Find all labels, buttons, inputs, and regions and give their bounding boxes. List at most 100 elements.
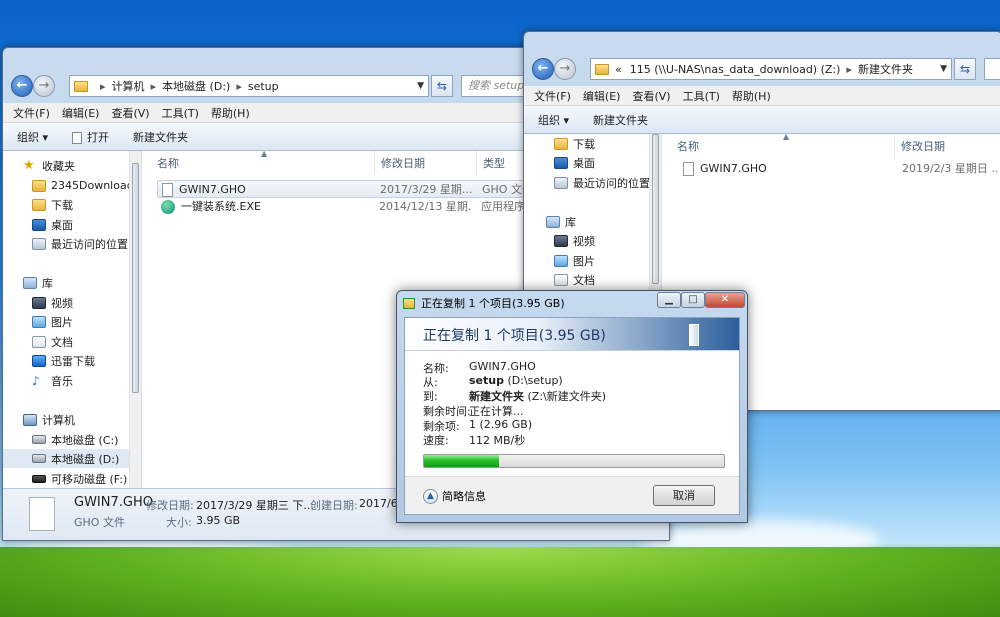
info-row-items-remaining: 剩余项: 1 (2.96 GB) <box>423 418 533 433</box>
nav-item-documents[interactable]: 文档 <box>3 332 141 351</box>
details-created-label: 创建日期: <box>310 499 358 512</box>
organize-button[interactable]: 组织 ▾ <box>17 129 48 145</box>
breadcrumb-drive-d[interactable]: 本地磁盘 (D:) <box>162 78 230 94</box>
nav-libraries[interactable]: 库 <box>3 273 141 292</box>
nav-item-documents[interactable]: 文档 <box>524 270 661 289</box>
breadcrumb-computer[interactable]: 计算机 <box>112 78 145 94</box>
documents-icon <box>554 273 568 286</box>
breadcrumb-chevron-icon: ▸ <box>100 79 106 93</box>
sort-ascending-icon: ▲ <box>783 134 790 141</box>
address-dropdown-icon[interactable]: ▼ <box>940 64 947 74</box>
details-size-value: 3.95 GB <box>196 514 241 527</box>
nav-item-desktop[interactable]: 桌面 <box>3 215 141 234</box>
navigation-pane: ★ 收藏夹 2345Downloads 下载 桌面 最近访问的位置 库 视频 图片… <box>3 151 142 540</box>
nav-libraries[interactable]: 库 <box>524 212 661 231</box>
refresh-button[interactable]: ⇆ <box>431 75 453 97</box>
nav-item-recent[interactable]: 最近访问的位置 <box>3 234 141 253</box>
maximize-button[interactable]: □ <box>681 292 705 308</box>
column-header-name[interactable]: 名称 ▲ <box>151 151 375 175</box>
gho-file-icon <box>683 162 694 176</box>
computer-icon <box>23 413 37 426</box>
file-name: GWIN7.GHO <box>179 183 246 196</box>
nav-item-downloads[interactable]: 下载 <box>524 134 661 153</box>
minimize-button[interactable]: ▁ <box>657 292 681 308</box>
scrollbar-thumb[interactable] <box>652 134 659 284</box>
fewer-details-button[interactable]: ▲ 简略信息 <box>423 488 486 504</box>
nav-item-videos[interactable]: 视频 <box>524 231 661 250</box>
command-bar: 组织 ▾ 新建文件夹 <box>524 106 1000 134</box>
nav-item-videos[interactable]: 视频 <box>3 293 141 312</box>
nav-item-2345downloads[interactable]: 2345Downloads <box>3 176 141 195</box>
file-row[interactable]: GWIN7.GHO 2017/3/29 星期... GHO 文件 <box>157 180 527 198</box>
scrollbar-thumb[interactable] <box>132 163 139 393</box>
nav-item-desktop[interactable]: 桌面 <box>524 153 661 172</box>
nav-item-pictures[interactable]: 图片 <box>3 312 141 331</box>
nav-item-thunder-downloads[interactable]: 迅雷下载 <box>3 351 141 370</box>
back-button[interactable]: ← <box>532 58 554 80</box>
menu-tools[interactable]: 工具(T) <box>162 105 199 121</box>
menu-help[interactable]: 帮助(H) <box>211 105 250 121</box>
column-header-modified[interactable]: 修改日期 <box>375 151 477 175</box>
dialog-title: 正在复制 1 个项目(3.95 GB) <box>421 297 565 310</box>
dialog-title-bar: 正在复制 1 个项目(3.95 GB) <box>403 295 565 311</box>
back-button[interactable]: ← <box>11 75 33 97</box>
breadcrumb-nas-drive[interactable]: 115 (\\U-NAS\nas_data_download) (Z:) <box>630 63 841 76</box>
copy-progress-bar <box>423 454 725 468</box>
nav-item-drive-d[interactable]: 本地磁盘 (D:) <box>3 449 141 468</box>
organize-button[interactable]: 组织 ▾ <box>538 112 569 128</box>
recent-places-icon <box>554 176 568 189</box>
menu-view[interactable]: 查看(V) <box>111 105 149 121</box>
breadcrumb-new-folder[interactable]: 新建文件夹 <box>858 61 913 77</box>
close-button[interactable]: ✕ <box>705 292 745 308</box>
sort-ascending-icon: ▲ <box>261 151 268 158</box>
menu-edit[interactable]: 编辑(E) <box>583 88 621 104</box>
breadcrumb-setup[interactable]: setup <box>248 80 279 93</box>
forward-button[interactable]: → <box>33 75 55 97</box>
forward-button[interactable]: → <box>554 58 576 80</box>
new-folder-button[interactable]: 新建文件夹 <box>133 129 188 145</box>
nav-item-drive-c[interactable]: 本地磁盘 (C:) <box>3 430 141 449</box>
library-icon <box>23 276 37 289</box>
address-overflow-icon[interactable]: « <box>615 63 622 76</box>
menu-file[interactable]: 文件(F) <box>534 88 571 104</box>
menu-help[interactable]: 帮助(H) <box>732 88 771 104</box>
nav-item-pictures[interactable]: 图片 <box>524 251 661 270</box>
file-row[interactable]: GWIN7.GHO 2019/2/3 星期日 ... <box>679 160 999 178</box>
menu-tools[interactable]: 工具(T) <box>683 88 720 104</box>
file-name: GWIN7.GHO <box>700 162 767 175</box>
dialog-body: 正在复制 1 个项目(3.95 GB) 名称: GWIN7.GHO 从: setup… <box>404 317 740 515</box>
new-folder-button[interactable]: 新建文件夹 <box>593 112 648 128</box>
refresh-button[interactable]: ⇆ <box>954 58 976 80</box>
info-row-name: 名称: GWIN7.GHO <box>423 360 536 375</box>
column-header-name[interactable]: 名称 ▲ <box>671 134 895 158</box>
search-input[interactable] <box>984 58 1000 80</box>
gho-file-icon <box>162 183 173 197</box>
nav-item-recent[interactable]: 最近访问的位置 <box>524 173 661 192</box>
open-button[interactable]: 打开 <box>72 129 109 145</box>
folder-icon <box>595 63 609 75</box>
details-file-name: GWIN7.GHO <box>74 495 153 510</box>
file-date: 2017/3/29 星期... <box>380 183 472 196</box>
nav-item-music[interactable]: ♪ 音乐 <box>3 371 141 390</box>
menu-edit[interactable]: 编辑(E) <box>62 105 100 121</box>
search-input[interactable]: 搜索 setup <box>461 75 527 97</box>
drive-icon <box>32 435 46 444</box>
library-icon <box>546 215 560 228</box>
address-bar[interactable]: « 115 (\\U-NAS\nas_data_download) (Z:) ▸… <box>590 58 952 80</box>
recent-places-icon <box>32 237 46 250</box>
cancel-button[interactable]: 取消 <box>653 485 715 506</box>
menu-view[interactable]: 查看(V) <box>632 88 670 104</box>
address-dropdown-icon[interactable]: ▼ <box>417 81 424 91</box>
file-row[interactable]: 一键装系统.EXE 2014/12/13 星期... 应用程序 <box>157 198 527 216</box>
nav-favorites[interactable]: ★ 收藏夹 <box>3 156 141 175</box>
menu-file[interactable]: 文件(F) <box>13 105 50 121</box>
nav-item-drive-f[interactable]: 可移动磁盘 (F:) <box>3 469 141 488</box>
open-button-label: 打开 <box>87 130 110 144</box>
nav-scrollbar[interactable] <box>129 151 141 488</box>
nav-item-downloads[interactable]: 下载 <box>3 195 141 214</box>
address-bar[interactable]: ▸ 计算机 ▸ 本地磁盘 (D:) ▸ setup ▼ <box>69 75 429 97</box>
copy-progress-dialog: 正在复制 1 个项目(3.95 GB) ▁ □ ✕ 正在复制 1 个项目(3.9… <box>396 290 748 523</box>
column-header-modified[interactable]: 修改日期 <box>895 134 1000 158</box>
pictures-icon <box>32 315 46 328</box>
nav-computer[interactable]: 计算机 <box>3 410 141 429</box>
